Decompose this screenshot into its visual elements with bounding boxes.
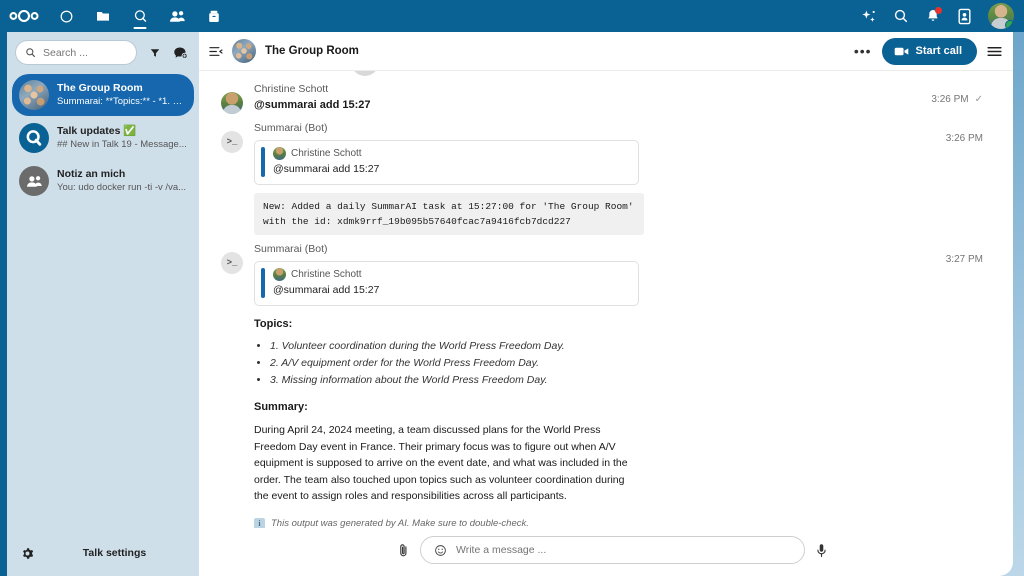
message-list[interactable]: Christine Schott @summarai add 15:27 3:2… bbox=[199, 71, 1013, 528]
avatar bbox=[273, 268, 286, 281]
bot-avatar-icon: >_ bbox=[221, 252, 243, 274]
message-meta: 3:26 PM ✓ bbox=[911, 81, 983, 114]
search-input[interactable] bbox=[43, 46, 127, 59]
conversation-list: The Group Room Summarai: **Topics:** - *… bbox=[7, 71, 199, 202]
app-frame: The Group Room Summarai: **Topics:** - *… bbox=[0, 32, 1013, 576]
open-sidebar-icon[interactable] bbox=[987, 45, 1002, 58]
summary-text: During April 24, 2024 meeting, a team di… bbox=[254, 424, 628, 502]
quote-author: Christine Schott bbox=[291, 148, 362, 159]
contacts-card-icon[interactable] bbox=[957, 8, 972, 25]
header-actions: ••• Start call bbox=[854, 37, 1002, 65]
nav-contacts-button[interactable] bbox=[165, 1, 189, 31]
quote-author: Christine Schott bbox=[291, 269, 362, 280]
left-edge-strip bbox=[0, 32, 7, 576]
topics-list: 1. Volunteer coordination during the Wor… bbox=[270, 338, 911, 389]
talk-settings-row[interactable]: Talk settings bbox=[7, 536, 199, 576]
ai-disclaimer-text: This output was generated by AI. Make su… bbox=[271, 517, 529, 529]
code-block: New: Added a daily SummarAI task at 15:2… bbox=[254, 193, 644, 235]
conversation-preview: Summarai: **Topics:** - *1. D... bbox=[57, 96, 187, 107]
message-author: Christine Schott bbox=[254, 83, 329, 95]
message-item: >_ Summarai (Bot) Christine Schott @summ… bbox=[199, 235, 1013, 528]
notification-badge-dot bbox=[935, 7, 942, 14]
microphone-icon[interactable] bbox=[816, 543, 827, 558]
message-item: Christine Schott @summarai add 15:27 3:2… bbox=[199, 75, 1013, 114]
conversation-name: The Group Room bbox=[57, 82, 143, 94]
conversation-name: Notiz an mich bbox=[57, 168, 126, 180]
conversation-title: The Group Room bbox=[265, 45, 359, 57]
conversation-item-talk-updates[interactable]: Talk updates ✅ ## New in Talk 19 - Messa… bbox=[12, 117, 194, 159]
search-icon[interactable] bbox=[893, 8, 909, 24]
quote-accent-bar bbox=[261, 147, 265, 177]
message-item: >_ Summarai (Bot) Christine Schott @summ… bbox=[199, 114, 1013, 235]
conversations-sidebar: The Group Room Summarai: **Topics:** - *… bbox=[7, 32, 199, 576]
info-icon: i bbox=[254, 517, 265, 528]
search-input-wrapper[interactable] bbox=[15, 40, 137, 65]
more-actions-icon[interactable]: ••• bbox=[854, 44, 872, 58]
top-bar-actions bbox=[860, 3, 1024, 29]
message-composer bbox=[199, 528, 1013, 576]
quote-text: @summarai add 15:27 bbox=[273, 284, 380, 296]
start-call-label: Start call bbox=[915, 45, 962, 57]
message-timestamp: 3:26 PM bbox=[945, 133, 983, 144]
message-text: @summarai add 15:27 bbox=[254, 99, 371, 111]
conversation-preview: You: udo docker run -ti -v /va... bbox=[57, 182, 187, 193]
notifications-bell-icon[interactable] bbox=[925, 7, 942, 24]
emoji-icon[interactable] bbox=[434, 544, 447, 557]
conversation-item-notiz-an-mich[interactable]: Notiz an mich You: udo docker run -ti -v… bbox=[12, 160, 194, 202]
nav-talk-button[interactable] bbox=[128, 1, 152, 31]
avatar bbox=[273, 147, 286, 160]
conversation-header: The Group Room ••• Start call bbox=[199, 32, 1013, 71]
conversation-preview: ## New in Talk 19 - Message... bbox=[57, 139, 187, 150]
summary-heading: Summary: bbox=[254, 401, 308, 413]
message-input-wrapper[interactable] bbox=[420, 536, 805, 564]
message-meta: 3:27 PM bbox=[911, 241, 983, 528]
online-status-dot bbox=[1005, 20, 1014, 29]
avatar bbox=[19, 80, 49, 110]
conversation-name: Talk updates ✅ bbox=[57, 125, 137, 137]
bot-avatar-icon: >_ bbox=[221, 131, 243, 153]
conversation-item-the-group-room[interactable]: The Group Room Summarai: **Topics:** - *… bbox=[12, 74, 194, 116]
quote-accent-bar bbox=[261, 268, 265, 298]
nextcloud-logo[interactable] bbox=[0, 0, 48, 32]
quote-text: @summarai add 15:27 bbox=[273, 163, 380, 175]
ai-disclaimer: i This output was generated by AI. Make … bbox=[254, 517, 911, 529]
app-navigation-icons bbox=[54, 1, 226, 31]
message-timestamp: 3:26 PM bbox=[931, 94, 969, 105]
gear-icon bbox=[21, 547, 34, 560]
video-camera-icon bbox=[894, 46, 909, 57]
sidebar-search-row bbox=[7, 32, 199, 71]
nav-archive-button[interactable] bbox=[202, 1, 226, 31]
main-chat-pane: The Group Room ••• Start call Christine … bbox=[199, 32, 1013, 576]
attach-file-icon[interactable] bbox=[398, 543, 409, 558]
quoted-message[interactable]: Christine Schott @summarai add 15:27 bbox=[254, 261, 639, 306]
talk-settings-label: Talk settings bbox=[82, 547, 147, 559]
topic-item: 3. Missing information about the World P… bbox=[270, 372, 911, 389]
nav-dashboard-button[interactable] bbox=[54, 1, 78, 31]
conversation-avatar bbox=[232, 39, 256, 63]
start-call-button[interactable]: Start call bbox=[881, 37, 977, 65]
collapse-sidebar-icon[interactable] bbox=[209, 45, 223, 58]
nav-files-button[interactable] bbox=[91, 1, 115, 31]
topic-item: 2. A/V equipment order for the World Pre… bbox=[270, 355, 911, 372]
message-input[interactable] bbox=[456, 544, 791, 556]
read-check-icon: ✓ bbox=[974, 94, 983, 105]
search-icon bbox=[25, 47, 36, 58]
quoted-message[interactable]: Christine Schott @summarai add 15:27 bbox=[254, 140, 639, 185]
avatar bbox=[221, 92, 243, 114]
topic-item: 1. Volunteer coordination during the Wor… bbox=[270, 338, 911, 355]
new-conversation-icon[interactable] bbox=[172, 44, 189, 61]
top-navigation-bar bbox=[0, 0, 1024, 32]
message-timestamp: 3:27 PM bbox=[945, 254, 983, 265]
filter-icon[interactable] bbox=[146, 44, 163, 61]
sparkle-icon[interactable] bbox=[860, 8, 877, 25]
avatar bbox=[19, 123, 49, 153]
topics-heading: Topics: bbox=[254, 318, 293, 330]
avatar bbox=[19, 166, 49, 196]
user-avatar[interactable] bbox=[988, 3, 1014, 29]
message-author: Summarai (Bot) bbox=[254, 243, 328, 255]
message-author: Summarai (Bot) bbox=[254, 122, 328, 134]
message-meta: 3:26 PM bbox=[911, 120, 983, 235]
